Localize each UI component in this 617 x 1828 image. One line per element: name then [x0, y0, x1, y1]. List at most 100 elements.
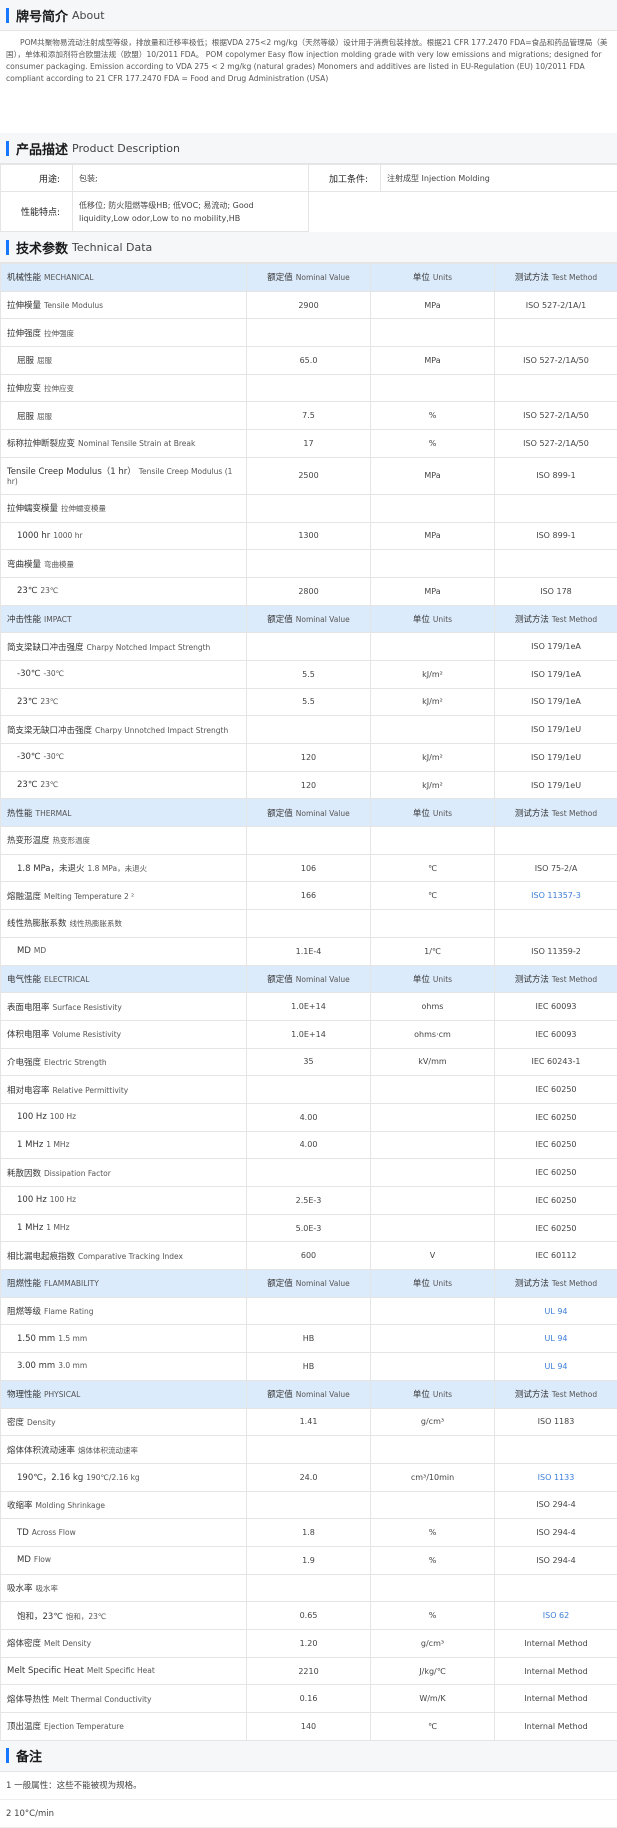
property-cell: 简支梁缺口冲击强度Charpy Notched Impact Strength [1, 633, 247, 661]
property-cell: -30℃-30℃ [1, 744, 247, 772]
value-cell-text: 24.0 [300, 1473, 318, 1482]
value-cell [247, 633, 371, 661]
unit-cell-text: % [429, 439, 437, 448]
value-cell: 17 [247, 430, 371, 458]
method-cell: ISO 75-2/A [495, 854, 617, 882]
use-value: 包装; [73, 165, 309, 192]
property-cell-text: Comparative Tracking Index [78, 1252, 183, 1261]
unit-cell-text: MPa [424, 531, 440, 540]
property-cell-text: 热变形温度 [53, 836, 91, 845]
unit-cell [371, 1491, 495, 1519]
unit-cell: MPa [371, 577, 495, 605]
property-cell-text: 1 MHz [17, 1140, 43, 1150]
property-cell-text: THERMAL [36, 809, 72, 818]
value-cell: 2210 [247, 1657, 371, 1685]
table-row: 线性热膨胀系数线性热膨胀系数 [1, 910, 617, 938]
property-cell-text: 100 Hz [50, 1112, 76, 1121]
unit-cell [371, 1325, 495, 1353]
method-header-cell-text: 测试方法 [515, 1390, 549, 1400]
property-cell: 1000 hr1000 hr [1, 522, 247, 550]
table-row: Tensile Creep Modulus（1 hr）Tensile Creep… [1, 457, 617, 494]
unit-cell-text: 1/℃ [424, 947, 441, 956]
property-cell-text: 吸水率 [7, 1584, 33, 1594]
unit-cell: ohms·cm [371, 1020, 495, 1048]
method-cell: ISO 527-2/1A/50 [495, 402, 617, 430]
method-cell: IEC 60243-1 [495, 1048, 617, 1076]
value-cell: 120 [247, 744, 371, 772]
property-cell: 密度Density [1, 1408, 247, 1436]
notes-list: 1 一般属性：这些不能被视为规格。 2 10°C/min [0, 1772, 617, 1828]
property-cell: 屈服屈服 [1, 402, 247, 430]
value-header-cell: 额定值Nominal Value [247, 605, 371, 633]
unit-cell [371, 827, 495, 855]
value-cell: 2800 [247, 577, 371, 605]
unit-header-cell-text: Units [433, 273, 452, 282]
value-cell-text: 2900 [298, 301, 318, 310]
method-cell-text[interactable]: UL 94 [544, 1362, 567, 1371]
property-cell-text: 1 MHz [17, 1223, 43, 1233]
property-cell: 耗散因数Dissipation Factor [1, 1159, 247, 1187]
method-cell-text[interactable]: ISO 1133 [538, 1473, 575, 1482]
value-cell-text: 1.0E+14 [291, 1030, 326, 1039]
value-cell: 4.00 [247, 1103, 371, 1131]
unit-cell: % [371, 430, 495, 458]
unit-cell [371, 1103, 495, 1131]
property-cell-text: 阻燃性能 [7, 1279, 41, 1289]
value-cell-text: 1.8 [302, 1528, 315, 1537]
method-cell-text[interactable]: UL 94 [544, 1334, 567, 1343]
method-cell-text: ISO 179/1eA [531, 670, 581, 679]
value-cell-text: HB [303, 1334, 315, 1343]
method-header-cell-text: 测试方法 [515, 273, 549, 283]
category-header-row: 冲击性能IMPACT额定值Nominal Value单位Units测试方法Tes… [1, 605, 617, 633]
method-cell: IEC 60250 [495, 1076, 617, 1104]
table-row: 吸水率吸水率 [1, 1574, 617, 1602]
table-row: 23℃23℃5.5kJ/m²ISO 179/1eA [1, 688, 617, 716]
unit-header-cell-text: 单位 [413, 1279, 430, 1289]
method-cell [495, 910, 617, 938]
property-cell-text: 190℃/2.16 kg [86, 1473, 139, 1482]
unit-cell-text: kJ/m² [422, 697, 443, 706]
unit-cell-text: MPa [424, 587, 440, 596]
property-cell: 电气性能ELECTRICAL [1, 965, 247, 993]
method-cell: ISO 294-4 [495, 1546, 617, 1574]
property-cell: 23℃23℃ [1, 771, 247, 799]
method-cell-text: IEC 60243-1 [532, 1057, 581, 1066]
property-cell-text: Relative Permittivity [53, 1086, 129, 1095]
property-cell-text: PHYSICAL [44, 1390, 80, 1399]
method-cell-text[interactable]: ISO 62 [543, 1611, 569, 1620]
unit-cell: kJ/m² [371, 660, 495, 688]
method-header-cell: 测试方法Test Method [495, 1270, 617, 1298]
property-cell: 阻燃性能FLAMMABILITY [1, 1270, 247, 1298]
value-header-cell-text: 额定值 [267, 1279, 293, 1289]
property-cell-text: 23℃ [17, 586, 37, 596]
about-text: POM共聚物易流动注射成型等级，排放量和迁移率极低；根据VDA 275<2 mg… [0, 31, 617, 117]
method-header-cell-text: 测试方法 [515, 615, 549, 625]
property-cell-text: 屈服 [17, 356, 34, 366]
property-cell-text: Surface Resistivity [53, 1003, 122, 1012]
method-cell [495, 1436, 617, 1464]
property-cell: 1 MHz1 MHz [1, 1214, 247, 1242]
property-cell-text: 冲击性能 [7, 615, 41, 625]
value-header-cell-text: Nominal Value [296, 809, 350, 818]
property-cell-text: -30℃ [17, 669, 40, 679]
table-row: 190℃，2.16 kg190℃/2.16 kg24.0cm³/10minISO… [1, 1463, 617, 1491]
tech-title-en: Technical Data [72, 241, 152, 254]
property-cell-text: 1 MHz [46, 1140, 69, 1149]
method-cell-text[interactable]: ISO 11357-3 [531, 891, 581, 900]
value-cell-text: 1.1E-4 [296, 947, 322, 956]
unit-header-cell-text: Units [433, 975, 452, 984]
property-cell-text: 顶出温度 [7, 1722, 41, 1732]
method-cell-text: ISO 294-4 [536, 1500, 576, 1509]
method-cell: Internal Method [495, 1630, 617, 1658]
unit-cell-text: cm³/10min [411, 1473, 454, 1482]
property-cell-text: 相对电容率 [7, 1086, 50, 1096]
table-row: 1.50 mm1.5 mmHBUL 94 [1, 1325, 617, 1353]
method-cell-text: ISO 527-2/1A/50 [523, 439, 589, 448]
method-header-cell: 测试方法Test Method [495, 1380, 617, 1408]
method-cell-text[interactable]: UL 94 [544, 1307, 567, 1316]
table-row: 100 Hz100 Hz2.5E-3IEC 60250 [1, 1187, 617, 1215]
value-cell: 0.65 [247, 1602, 371, 1630]
unit-cell [371, 1076, 495, 1104]
unit-cell-text: ℃ [428, 864, 437, 873]
property-cell: 3.00 mm3.0 mm [1, 1353, 247, 1381]
